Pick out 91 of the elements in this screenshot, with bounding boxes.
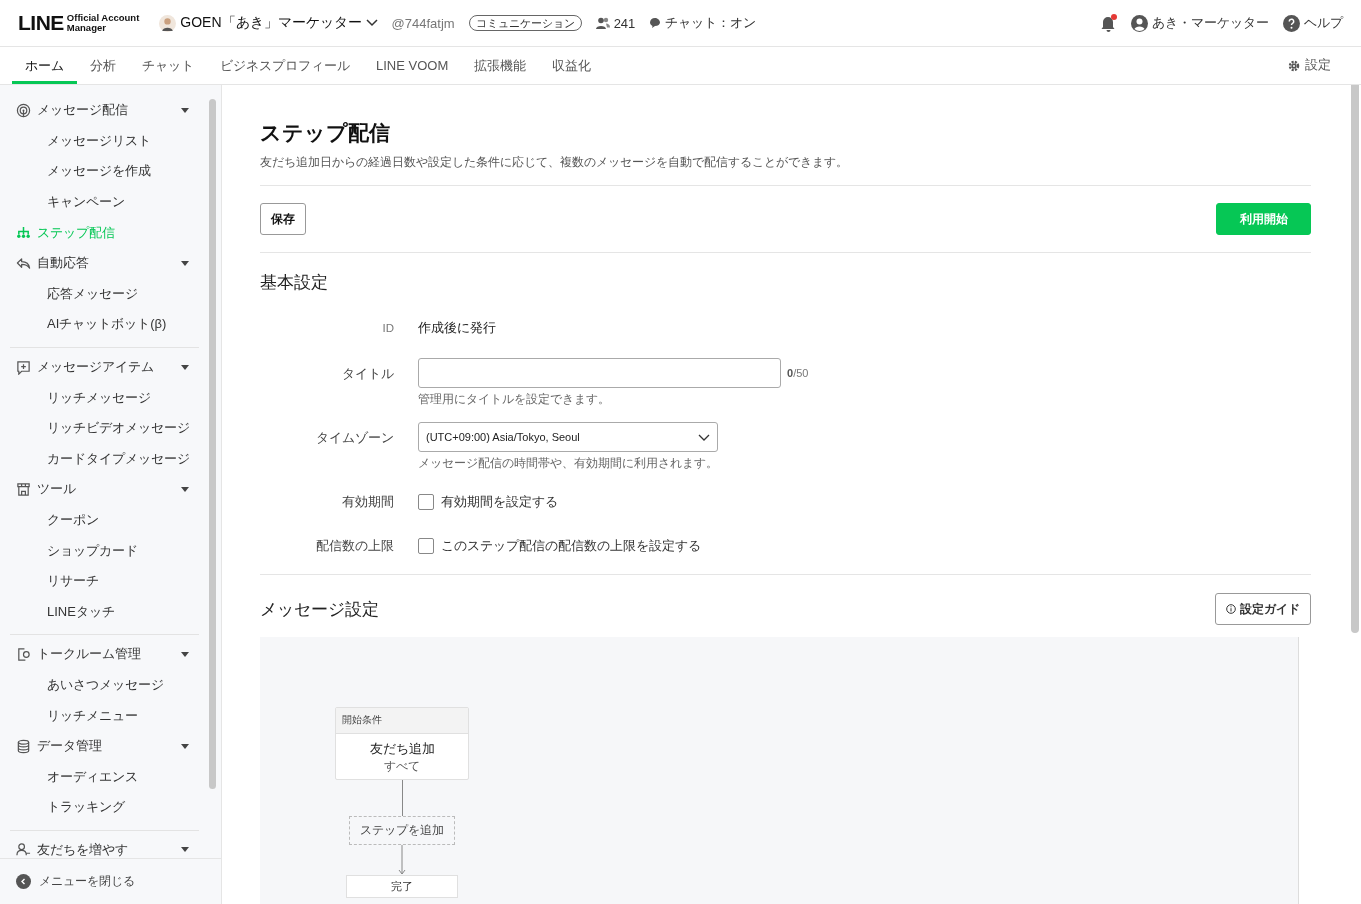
sidebar-subitem[interactable]: リッチメッセージ (10, 382, 199, 413)
info-icon (1226, 604, 1236, 614)
sidebar-item[interactable]: データ管理 (10, 730, 199, 762)
connector-arrow (398, 845, 406, 875)
node-header: 開始条件 (336, 708, 468, 734)
sidebar-subitem[interactable]: クーポン (10, 504, 199, 536)
account-handle: @744fatjm (391, 15, 455, 31)
help-icon (1283, 14, 1300, 32)
broadcast-icon (16, 102, 31, 118)
node-title: 友だち追加 (368, 740, 436, 758)
nav-tab[interactable]: LINE VOOM (363, 47, 462, 84)
people-icon (595, 17, 610, 29)
caret-icon[interactable] (181, 651, 189, 657)
sidebar-subitem[interactable]: メッセージを作成 (10, 156, 199, 187)
sidebar-subitem[interactable]: キャンペーン (10, 186, 199, 218)
settings-icon (1288, 59, 1300, 72)
account-name[interactable]: GOEN「あき」マーケッター (180, 14, 362, 32)
sidebar-item[interactable]: メッセージ配信 (10, 95, 199, 126)
add-step-button[interactable]: ステップを追加 (349, 816, 455, 845)
sidebar-subitem[interactable]: ショップカード (10, 535, 199, 566)
caret-icon[interactable] (181, 743, 189, 749)
save-button[interactable]: 保存 (260, 203, 306, 235)
caret-icon[interactable] (181, 364, 189, 370)
caret-icon[interactable] (181, 847, 189, 853)
friend-count: 241 (613, 15, 636, 31)
node-subtitle: すべて (383, 758, 421, 775)
nav-tab[interactable]: チャット (129, 47, 207, 84)
scrollbar[interactable] (1351, 85, 1359, 633)
store-icon (16, 481, 31, 497)
timezone-dropdown[interactable]: (UTC+09:00) Asia/Tokyo, Seoul (418, 422, 718, 452)
checkbox[interactable]: 有効期間を設定する (418, 486, 558, 518)
field-value: 作成後に発行 (418, 320, 496, 337)
chevron-down-icon (698, 433, 710, 441)
chevron-left-icon (16, 874, 31, 889)
section-heading: メッセージ設定 (260, 598, 379, 621)
end-node: 完了 (346, 875, 458, 898)
nav-tab[interactable]: ビジネスプロフィール (207, 47, 363, 84)
sidebar-item[interactable]: ツール (10, 474, 199, 505)
sidebar-subitem[interactable]: あいさつメッセージ (10, 669, 199, 701)
chevron-down-icon[interactable] (365, 19, 378, 27)
chat-status[interactable]: チャット：オン (665, 14, 757, 32)
sidebar-item[interactable]: メッセージアイテム (10, 351, 199, 383)
person-add-icon (16, 842, 31, 858)
sidebar-item[interactable]: 友だちを増やす (10, 834, 199, 858)
user-name[interactable]: あき・マーケッター (1152, 14, 1269, 32)
field-label: ID (381, 321, 394, 336)
caret-icon[interactable] (181, 260, 189, 266)
section-heading: 基本設定 (260, 272, 329, 294)
nav-tab[interactable]: 拡張機能 (461, 47, 540, 84)
sidebar-subitem[interactable]: リッチビデオメッセージ (10, 412, 199, 444)
field-hint: 管理用にタイトルを設定できます。 (418, 391, 611, 408)
caret-icon[interactable] (181, 107, 189, 113)
help-link[interactable]: ヘルプ (1304, 14, 1343, 32)
nav-tab[interactable]: 分析 (77, 47, 129, 84)
field-label: タイムゾーン (315, 430, 394, 447)
sidebar-subitem[interactable]: カードタイプメッセージ (10, 443, 199, 475)
checkbox[interactable]: このステップ配信の配信数の上限を設定する (418, 530, 701, 562)
reply-icon (16, 255, 31, 271)
nav-tab[interactable]: 収益化 (539, 47, 605, 84)
notification-bell-icon[interactable] (1100, 14, 1117, 32)
guide-button[interactable]: 設定ガイド (1215, 593, 1311, 625)
sidebar-subitem[interactable]: トラッキング (10, 792, 199, 823)
user-icon (1131, 14, 1148, 32)
sidebar-subitem[interactable]: 応答メッセージ (10, 278, 199, 310)
connector-line (401, 780, 403, 816)
field-hint: メッセージ配信の時間帯や、有効期間に利用されます。 (418, 455, 718, 472)
sidebar-subitem[interactable]: リサーチ (10, 565, 199, 597)
message-plus-icon (16, 359, 31, 375)
avatar-icon (159, 14, 177, 32)
sidebar-subitem[interactable]: メッセージリスト (10, 125, 199, 157)
field-label: タイトル (341, 366, 394, 383)
page-title: ステップ配信 (260, 120, 391, 146)
sidebar-item[interactable]: トークルーム管理 (10, 639, 199, 670)
settings-link[interactable]: 設定 (1305, 57, 1331, 74)
caret-icon[interactable] (181, 486, 189, 492)
character-counter: 0/50 (787, 367, 809, 379)
start-node[interactable]: 開始条件 友だち追加 すべて (335, 707, 469, 780)
title-input-field[interactable] (418, 358, 781, 388)
scrollbar[interactable] (209, 99, 216, 789)
sidebar-subitem[interactable]: AIチャットボット(β) (10, 309, 199, 340)
branch-icon (16, 225, 31, 241)
database-icon (16, 738, 31, 754)
sidebar-subitem[interactable]: オーディエンス (10, 761, 199, 793)
field-label: 有効期間 (341, 494, 394, 511)
chat-bubble-icon (649, 17, 662, 29)
sidebar-item[interactable]: 自動応答 (10, 247, 199, 279)
close-menu-button[interactable]: メニューを閉じる (16, 873, 135, 890)
field-label: 配信数の上限 (315, 538, 394, 555)
page-description: 友だち追加日からの経過日数や設定した条件に応じて、複数のメッセージを自動で配信することができます。 (260, 154, 849, 171)
sidebar-subitem[interactable]: LINEタッチ (10, 596, 199, 628)
sidebar-subitem[interactable]: リッチメニュー (10, 700, 199, 731)
